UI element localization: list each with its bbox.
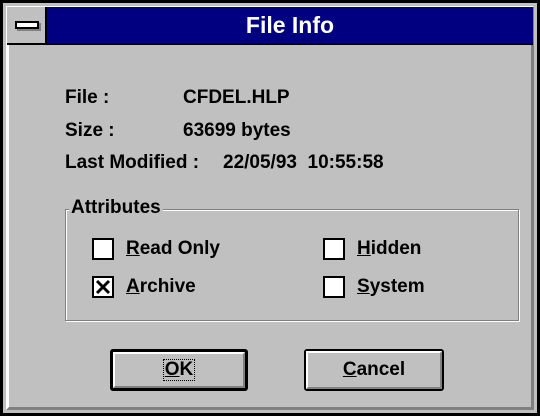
check-mark-icon xyxy=(95,279,111,295)
read-only-checkbox-box[interactable] xyxy=(92,238,114,260)
cancel-button-text: Cancel xyxy=(342,359,406,380)
archive-label: Archive xyxy=(126,276,196,297)
system-checkbox-box[interactable] xyxy=(323,276,345,298)
cancel-button[interactable]: Cancel xyxy=(304,349,444,391)
attributes-groupbox xyxy=(65,209,519,321)
file-name-row: File : CFDEL.HLP xyxy=(3,87,533,111)
system-checkbox[interactable]: System xyxy=(323,275,425,299)
read-only-checkbox[interactable]: Read Only xyxy=(92,237,220,261)
ok-focus-ring: OK xyxy=(162,359,196,381)
system-label: System xyxy=(357,276,425,297)
last-modified-row: Last Modified : 22/05/93 10:55:58 xyxy=(3,152,533,176)
last-modified-value: 22/05/93 10:55:58 xyxy=(223,152,384,173)
size-value: 63699 bytes xyxy=(183,120,291,141)
system-menu-button[interactable] xyxy=(7,7,47,43)
hidden-label: Hidden xyxy=(357,238,422,259)
ok-button[interactable]: OK xyxy=(110,349,248,391)
file-size-row: Size : 63699 bytes xyxy=(3,120,533,144)
archive-checkbox[interactable]: Archive xyxy=(92,275,196,299)
system-menu-icon xyxy=(15,21,39,29)
archive-checkbox-box[interactable] xyxy=(92,276,114,298)
file-info-dialog: File Info File : CFDEL.HLP Size : 63699 … xyxy=(0,0,540,416)
read-only-label: Read Only xyxy=(126,238,220,259)
hidden-checkbox-box[interactable] xyxy=(323,238,345,260)
ok-button-text: OK xyxy=(113,352,245,388)
attributes-legend: Attributes xyxy=(69,197,163,219)
file-value: CFDEL.HLP xyxy=(183,87,290,108)
hidden-checkbox[interactable]: Hidden xyxy=(323,237,421,261)
file-label: File : xyxy=(65,87,110,108)
dialog-title: File Info xyxy=(245,12,335,38)
size-label: Size : xyxy=(65,120,115,141)
last-modified-label: Last Modified : xyxy=(65,152,200,173)
title-bar[interactable]: File Info xyxy=(7,7,533,45)
